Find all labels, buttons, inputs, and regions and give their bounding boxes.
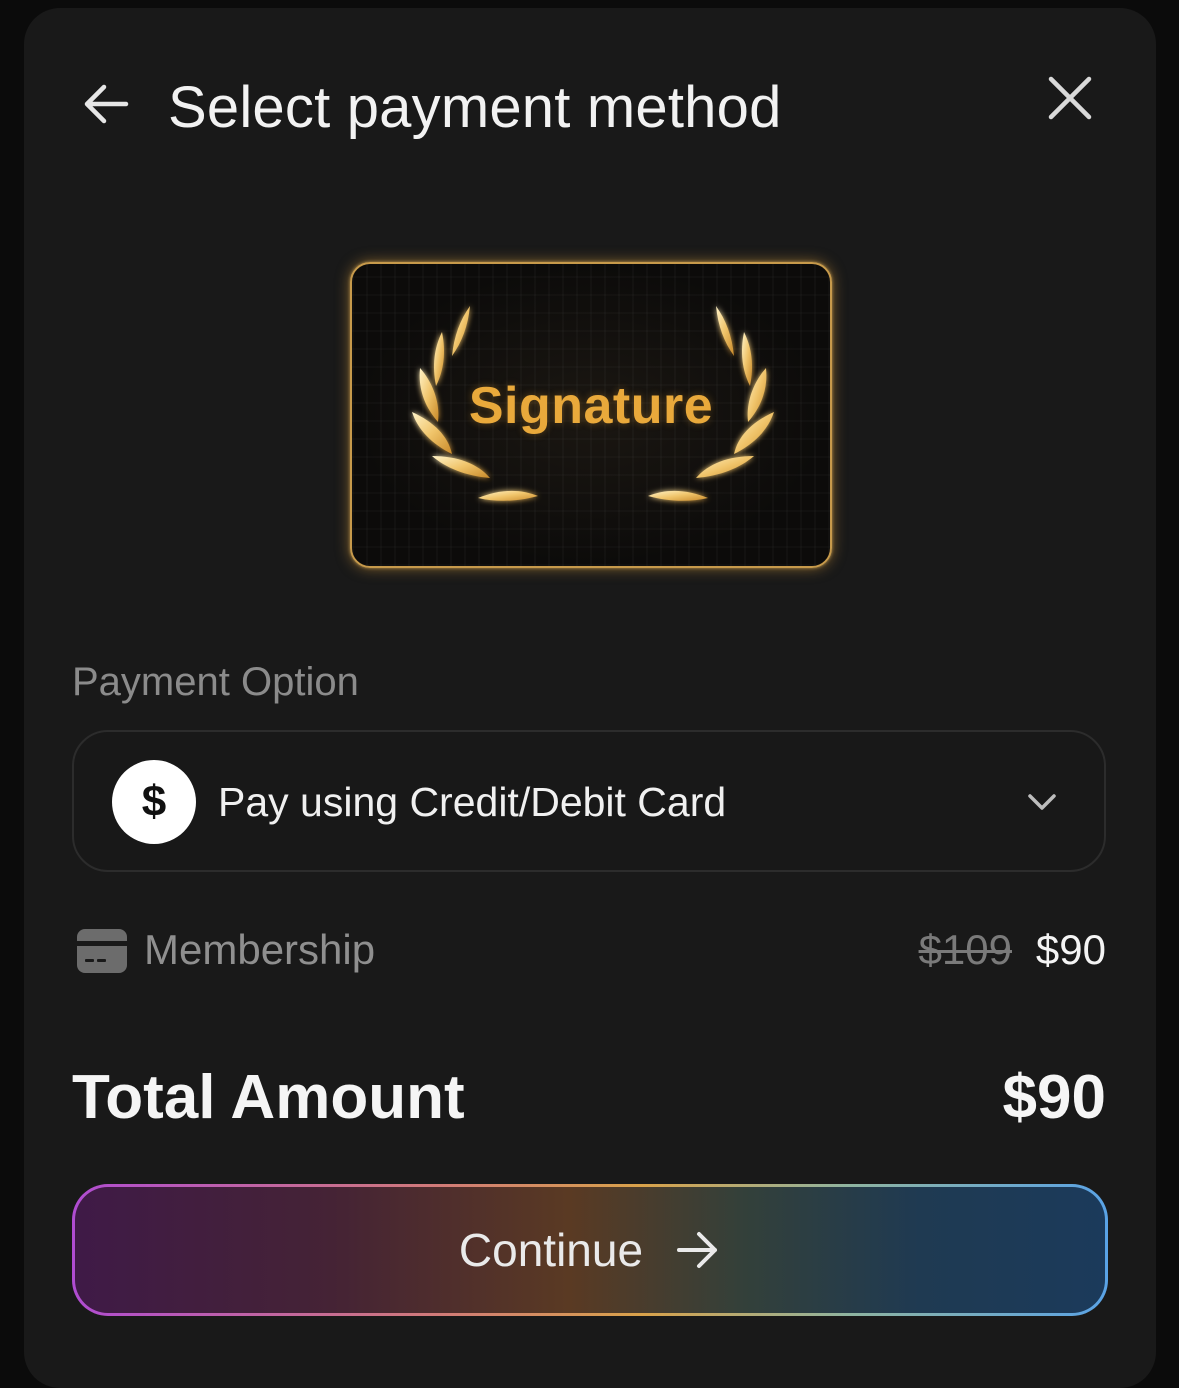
total-amount-label: Total Amount xyxy=(72,1063,465,1132)
membership-row: Membership $109 $90 xyxy=(72,920,1106,980)
close-button[interactable] xyxy=(1040,68,1100,128)
continue-label: Continue xyxy=(458,1224,644,1276)
credit-card-icon xyxy=(77,929,127,973)
arrow-left-icon xyxy=(84,84,129,124)
dollar-icon: $ xyxy=(112,760,196,844)
modal-header: Select payment method xyxy=(24,8,1156,198)
continue-button[interactable]: Continue xyxy=(72,1184,1108,1316)
continue-button-inner: Continue xyxy=(75,1187,1105,1313)
close-icon xyxy=(1048,76,1092,120)
payment-option-label: Payment Option xyxy=(72,660,359,704)
original-price: $109 xyxy=(918,926,1012,973)
back-button[interactable] xyxy=(76,74,136,134)
payment-modal: Select payment method Signature Payment … xyxy=(24,8,1156,1388)
membership-card: Signature xyxy=(350,262,832,568)
arrow-right-icon xyxy=(677,1232,718,1268)
membership-label: Membership xyxy=(144,926,376,973)
selected-payment-option: Pay using Credit/Debit Card xyxy=(218,779,727,825)
discounted-price: $90 xyxy=(1035,926,1106,973)
page-title: Select payment method xyxy=(168,75,782,140)
payment-option-dropdown[interactable]: $ Pay using Credit/Debit Card xyxy=(72,730,1106,872)
total-amount-value: $90 xyxy=(1002,1063,1106,1132)
signature-card: Signature xyxy=(350,262,832,568)
card-label: Signature xyxy=(468,377,714,435)
chevron-down-icon xyxy=(1028,794,1056,810)
